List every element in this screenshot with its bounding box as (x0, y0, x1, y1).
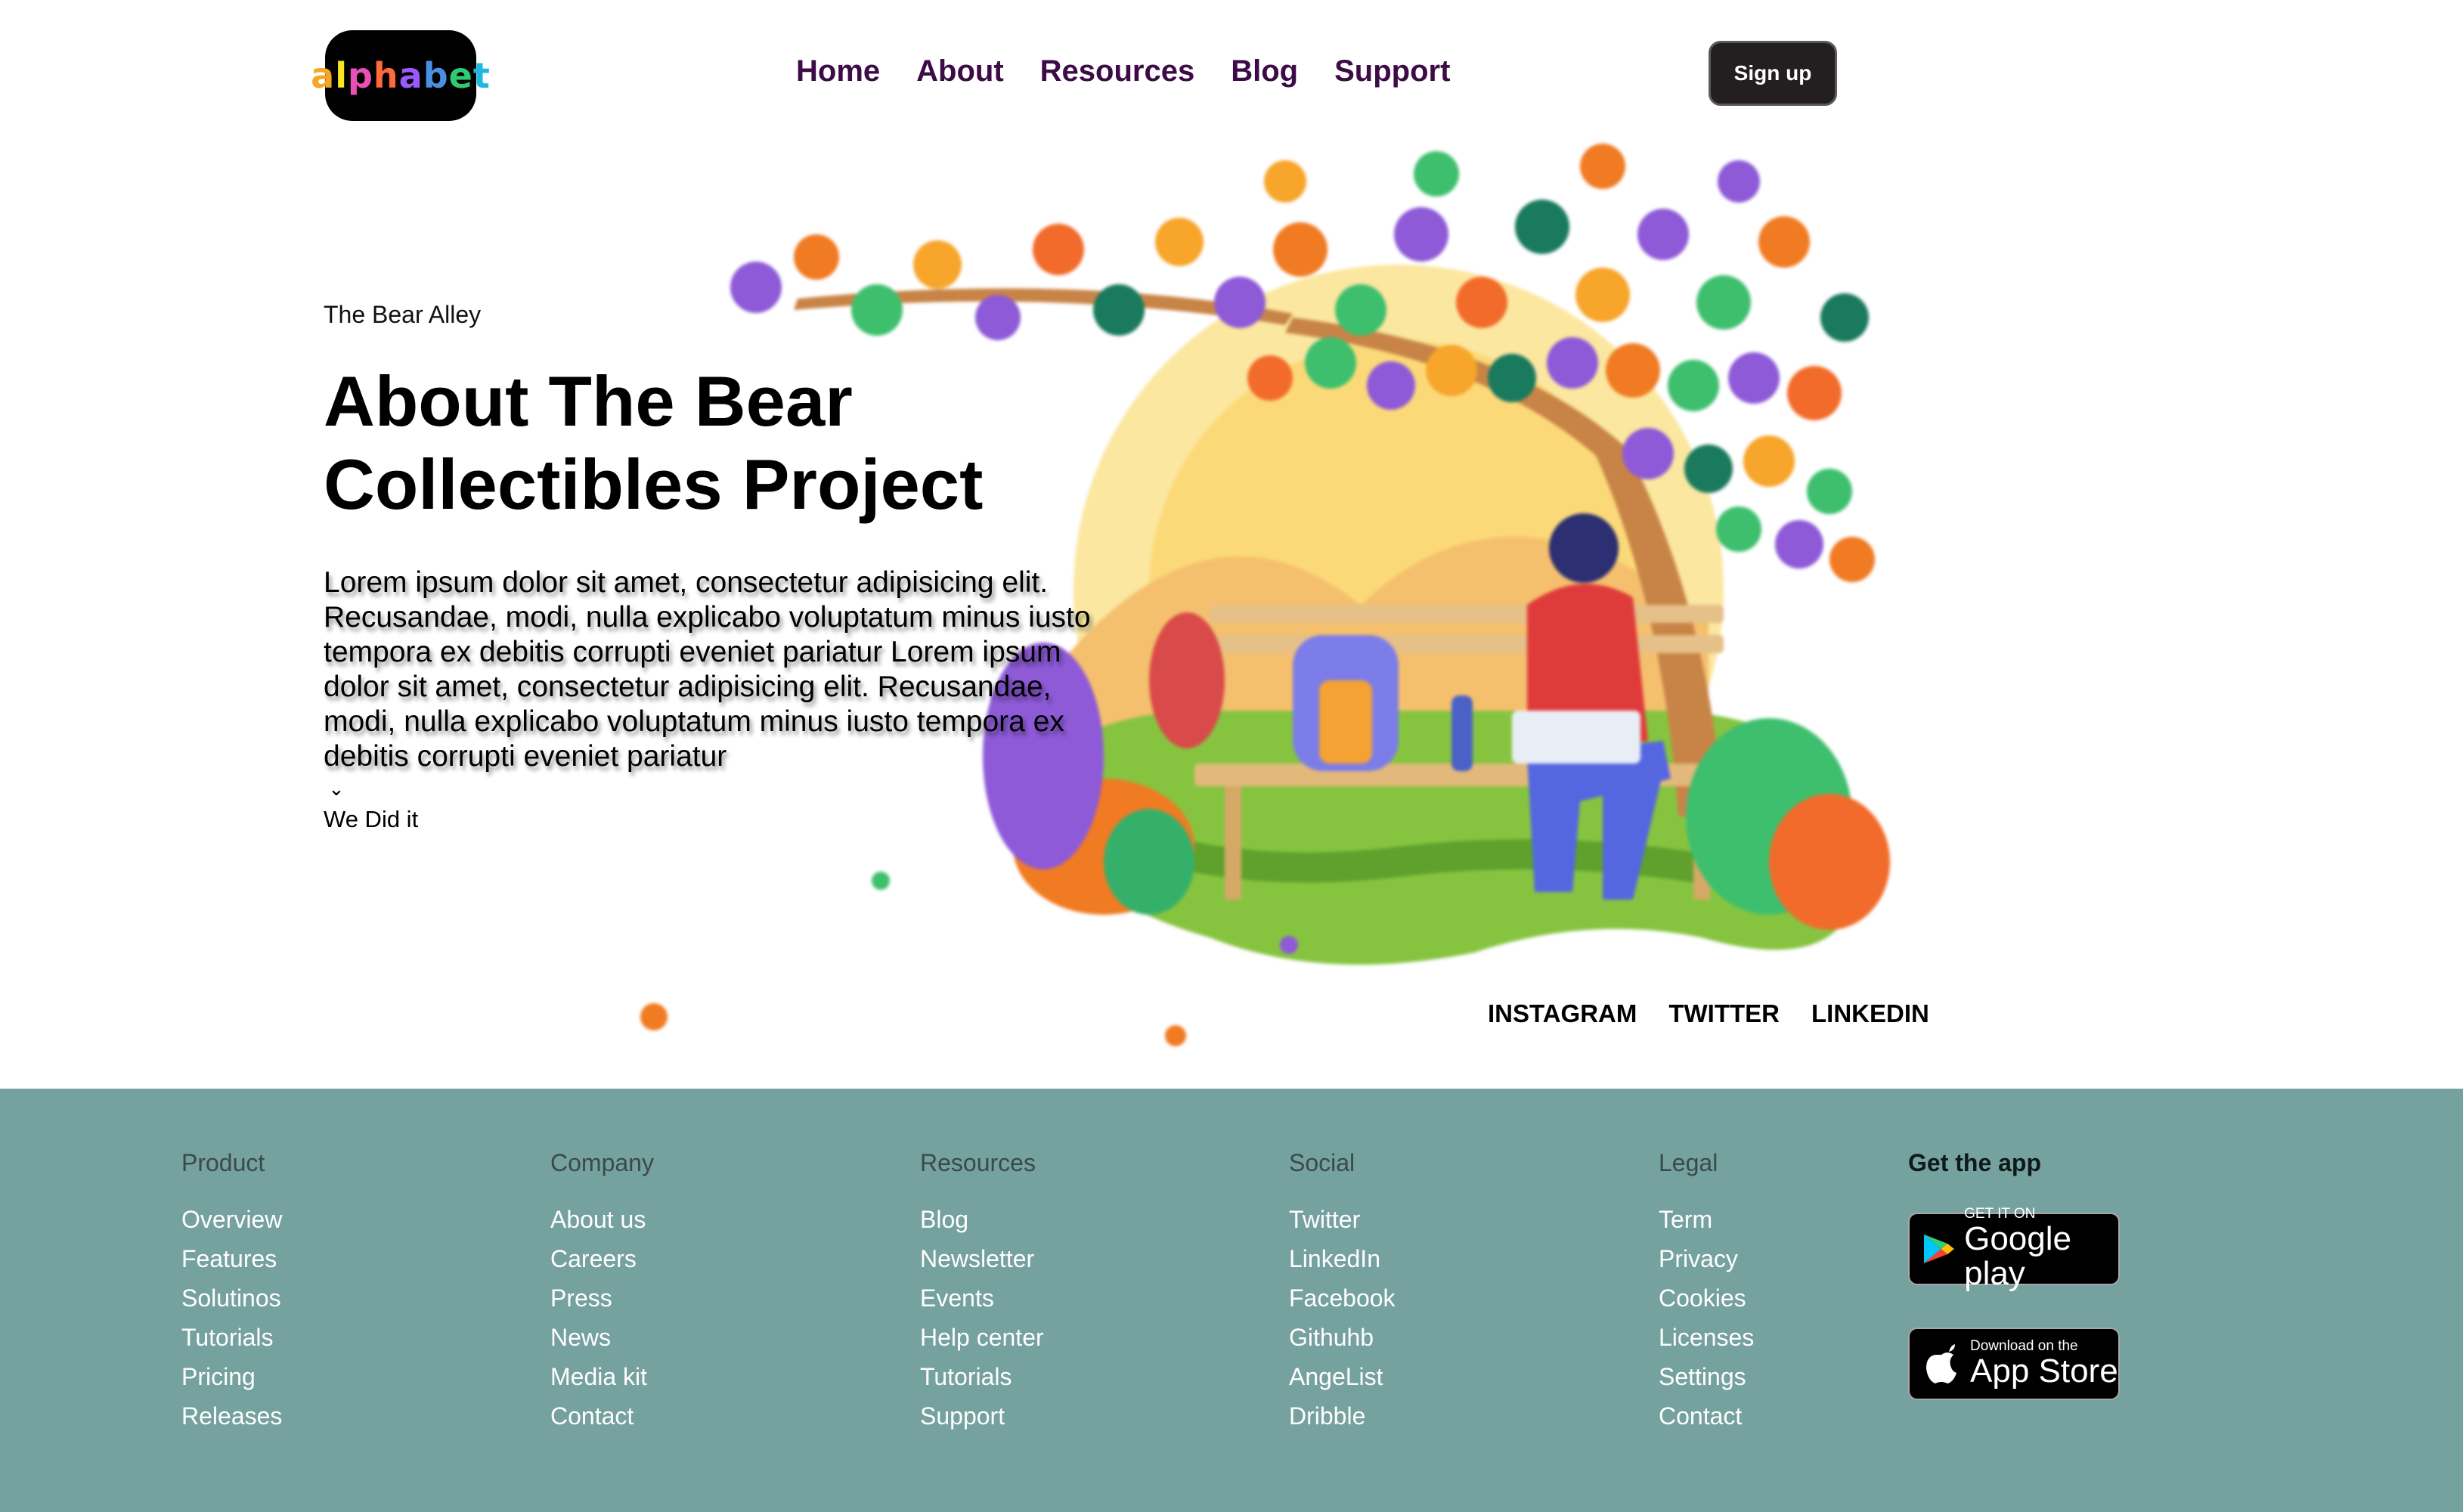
footer-column-legal: Legal Term Privacy Cookies Licenses Sett… (1659, 1149, 1754, 1436)
footer-link[interactable]: Licenses (1659, 1318, 1754, 1357)
hero-description: Lorem ipsum dolor sit amet, consectetur … (324, 566, 1091, 773)
signup-button[interactable]: Sign up (1709, 41, 1837, 106)
footer-link[interactable]: Twitter (1289, 1200, 1396, 1239)
footer-column-resources: Resources Blog Newsletter Events Help ce… (920, 1149, 1044, 1436)
footer-link[interactable]: LinkedIn (1289, 1239, 1396, 1278)
site-footer: Product Overview Features Solutinos Tuto… (0, 1089, 2463, 1512)
footer-link[interactable]: Tutorials (920, 1357, 1044, 1396)
we-did-it-link[interactable]: We Did it (324, 806, 418, 833)
footer-link[interactable]: About us (550, 1200, 654, 1239)
footer-link[interactable]: Privacy (1659, 1239, 1754, 1278)
twitter-link[interactable]: TWITTER (1668, 999, 1780, 1028)
footer-link[interactable]: Events (920, 1278, 1044, 1318)
footer-link[interactable]: Features (181, 1239, 282, 1278)
footer-column-title: Social (1289, 1149, 1355, 1176)
app-store-big: App Store (1970, 1352, 2118, 1390)
social-links: INSTAGRAM TWITTER LINKEDIN (1488, 999, 1929, 1028)
hero-eyebrow: The Bear Alley (324, 301, 482, 328)
footer-column-social: Social Twitter LinkedIn Facebook Githuhb… (1289, 1149, 1396, 1436)
nav-about[interactable]: About (916, 54, 1004, 88)
instagram-link[interactable]: INSTAGRAM (1488, 999, 1637, 1028)
footer-link[interactable]: Careers (550, 1239, 654, 1278)
footer-link[interactable]: Press (550, 1278, 654, 1318)
nav-blog[interactable]: Blog (1231, 54, 1298, 88)
footer-link[interactable]: News (550, 1318, 654, 1357)
footer-link[interactable]: Overview (181, 1200, 282, 1239)
footer-link[interactable]: Tutorials (181, 1318, 282, 1357)
nav-home[interactable]: Home (796, 54, 880, 88)
get-the-app-title: Get the app (1908, 1149, 2042, 1176)
footer-column-title: Legal (1659, 1149, 1718, 1176)
footer-link[interactable]: Settings (1659, 1357, 1754, 1396)
footer-link[interactable]: Media kit (550, 1357, 654, 1396)
main-nav: Home About Resources Blog Support (796, 54, 1450, 88)
apple-icon (1926, 1344, 1956, 1383)
google-play-small: GET IT ON (1964, 1206, 2036, 1222)
footer-link[interactable]: Releases (181, 1396, 282, 1436)
footer-link[interactable]: Contact (1659, 1396, 1754, 1436)
brand-logo[interactable]: alphabet (311, 30, 490, 121)
footer-link[interactable]: Newsletter (920, 1239, 1044, 1278)
app-store-badge[interactable]: Download on the App Store (1908, 1328, 2120, 1400)
footer-link[interactable]: Term (1659, 1200, 1754, 1239)
footer-column-title: Product (181, 1149, 265, 1176)
footer-link[interactable]: Pricing (181, 1357, 282, 1396)
app-store-small: Download on the (1970, 1338, 2078, 1354)
logo-text: alphabet (311, 55, 491, 96)
footer-link[interactable]: Cookies (1659, 1278, 1754, 1318)
footer-column-title: Resources (920, 1149, 1036, 1176)
footer-link[interactable]: Blog (920, 1200, 1044, 1239)
chevron-down-icon[interactable]: ⌄ (328, 777, 345, 801)
footer-link[interactable]: Support (920, 1396, 1044, 1436)
footer-column-company: Company About us Careers Press News Medi… (550, 1149, 654, 1436)
google-play-icon (1923, 1234, 1954, 1264)
footer-link[interactable]: Dribble (1289, 1396, 1396, 1436)
nav-resources[interactable]: Resources (1040, 54, 1195, 88)
nav-support[interactable]: Support (1334, 54, 1450, 88)
footer-link[interactable]: Contact (550, 1396, 654, 1436)
footer-column-title: Company (550, 1149, 654, 1176)
footer-link[interactable]: Help center (920, 1318, 1044, 1357)
google-play-big: Google play (1964, 1220, 2071, 1292)
page-title: About The Bear Collectibles Project (324, 361, 984, 524)
footer-column-product: Product Overview Features Solutinos Tuto… (181, 1149, 282, 1436)
google-play-badge[interactable]: GET IT ON Google play (1908, 1207, 2120, 1291)
footer-link[interactable]: Solutinos (181, 1278, 282, 1318)
footer-link[interactable]: AngeList (1289, 1357, 1396, 1396)
linkedin-link[interactable]: LINKEDIN (1811, 999, 1929, 1028)
footer-link[interactable]: Facebook (1289, 1278, 1396, 1318)
footer-link[interactable]: Githuhb (1289, 1318, 1396, 1357)
